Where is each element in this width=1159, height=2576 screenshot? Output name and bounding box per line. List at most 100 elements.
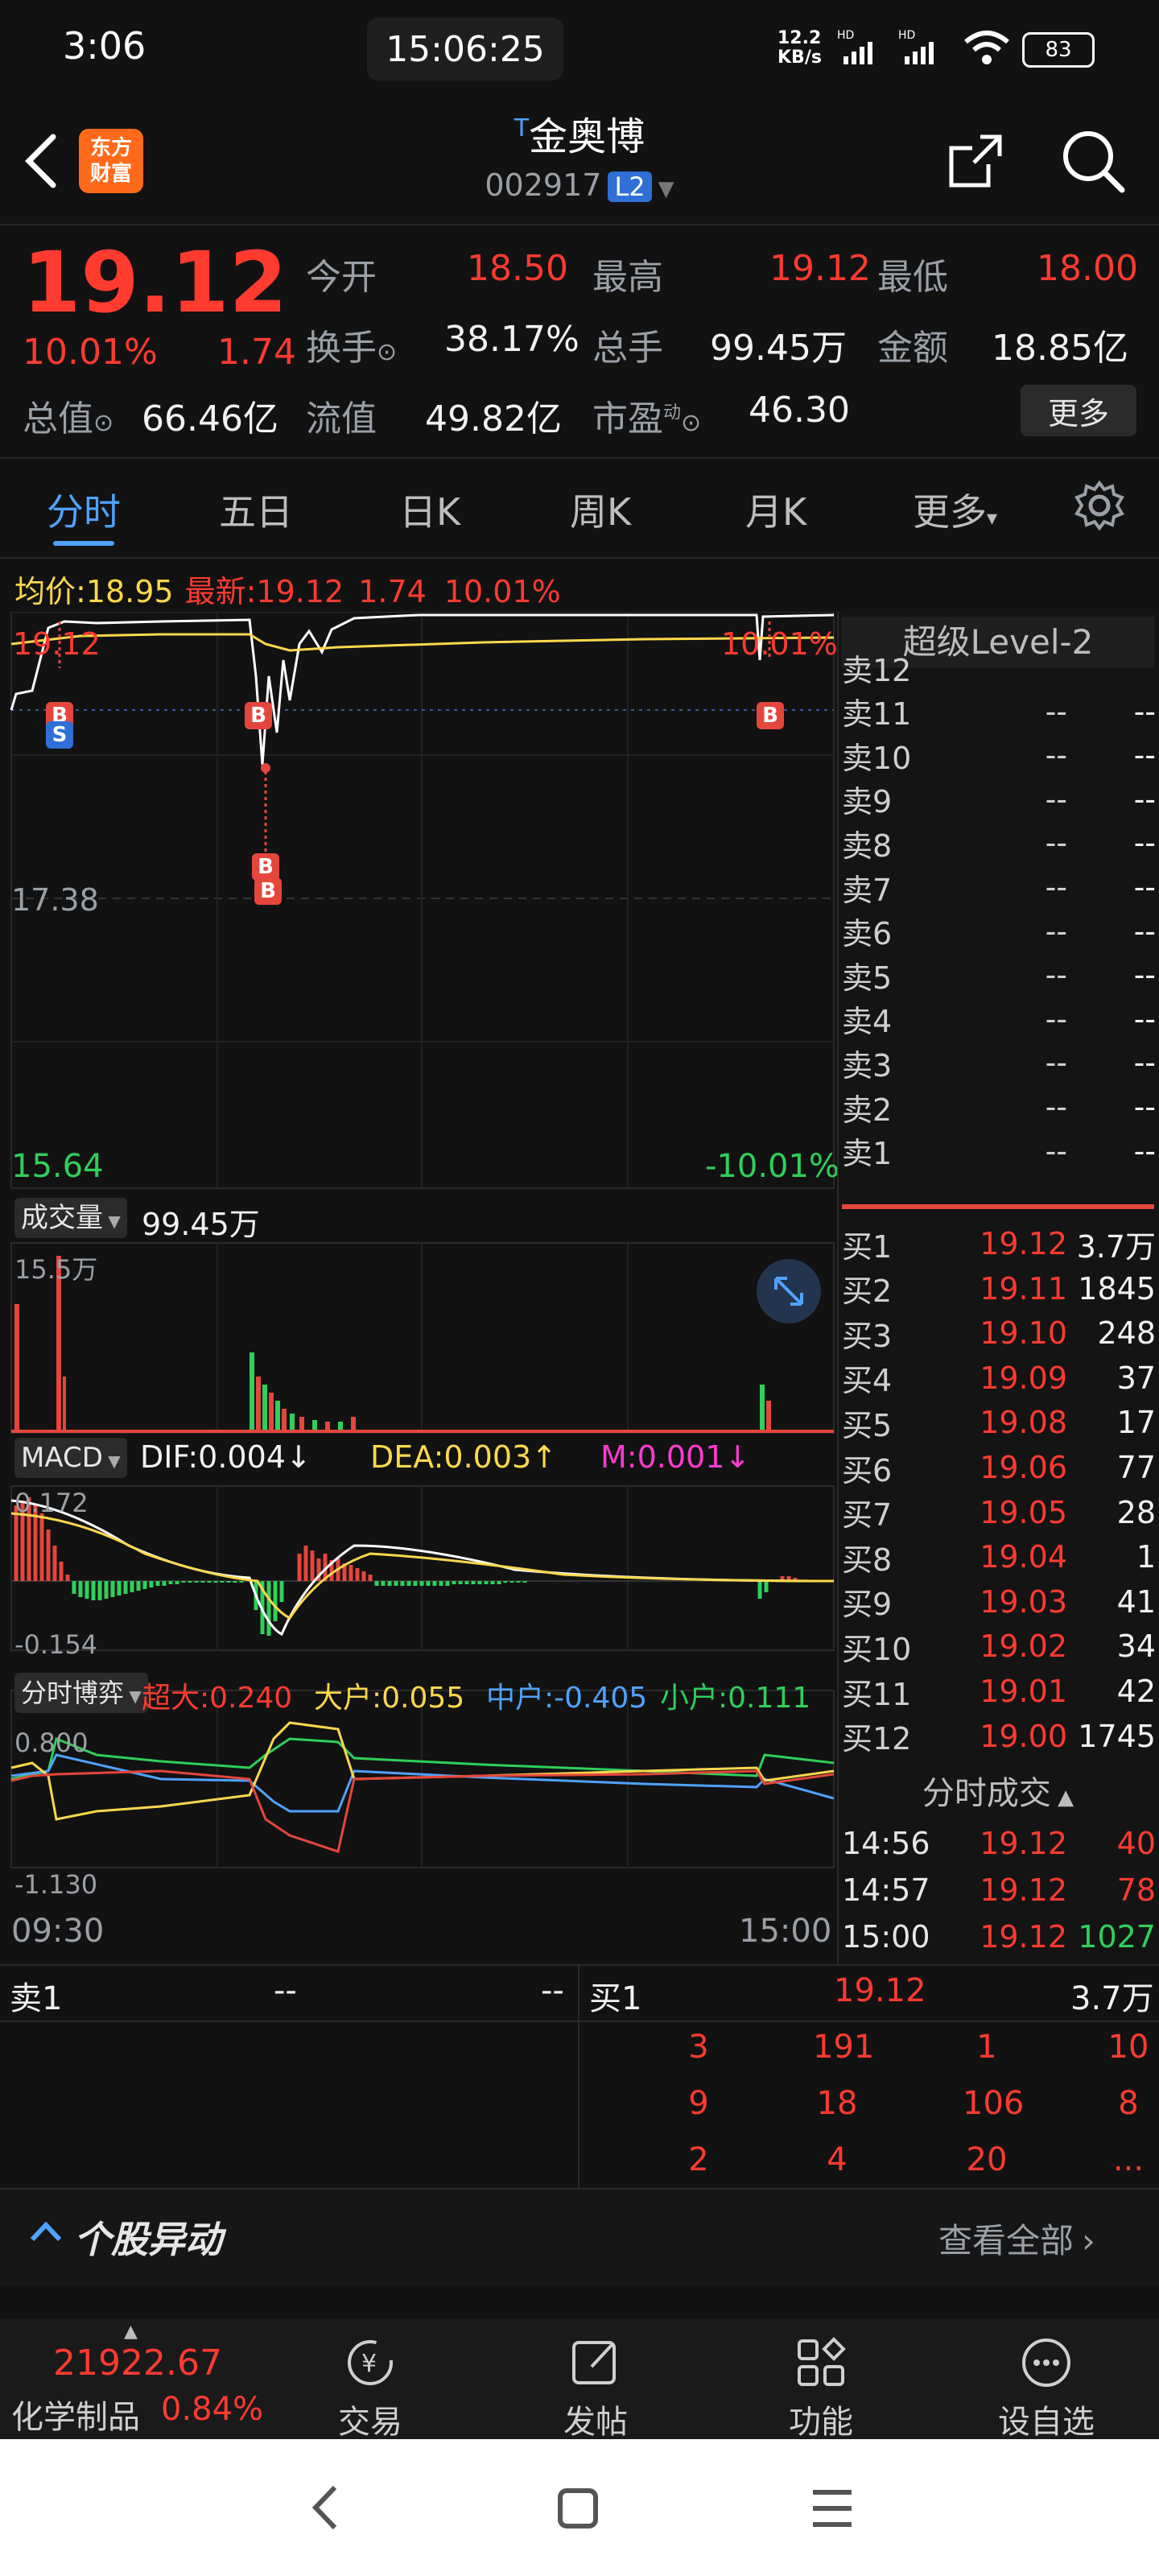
- sell-row[interactable]: 卖9 -- --: [842, 778, 1156, 821]
- price-axis-top: 19.12: [13, 626, 101, 662]
- buy-qty: 1745: [1078, 1718, 1156, 1754]
- sell-label: 卖2: [842, 1092, 893, 1128]
- intraday-chart[interactable]: [0, 611, 837, 1964]
- volume-indicator-select[interactable]: 成交量 ▼: [14, 1198, 127, 1238]
- buy-row[interactable]: 买3 19.10 248: [842, 1311, 1156, 1355]
- tick-time: 14:56: [842, 1826, 930, 1861]
- flow-mid: 中户:-0.405: [486, 1682, 648, 1715]
- system-menu-icon[interactable]: [808, 2486, 856, 2534]
- system-back-icon[interactable]: [303, 2479, 351, 2539]
- buy-qty: 41: [1116, 1583, 1156, 1620]
- buy-qty: 1845: [1078, 1270, 1156, 1307]
- buy-row[interactable]: 买7 19.05 28: [842, 1491, 1156, 1534]
- buy-label: 买3: [842, 1318, 893, 1354]
- macd-axis-top: 0.172: [14, 1488, 89, 1518]
- expand-icon[interactable]: [757, 1259, 821, 1323]
- buy-marker[interactable]: B: [252, 853, 279, 881]
- volume-label: 总手: [592, 328, 663, 369]
- sell-price: --: [1045, 1001, 1067, 1037]
- sell-row[interactable]: 卖4 -- --: [842, 997, 1156, 1041]
- buy-row[interactable]: 买12 19.00 1745: [842, 1715, 1156, 1758]
- settings-gear-icon[interactable]: [1074, 480, 1125, 535]
- buy-marker[interactable]: B: [254, 877, 282, 905]
- buy-label: 买12: [842, 1721, 912, 1757]
- sell-row[interactable]: 卖1 -- --: [842, 1129, 1156, 1173]
- buy-price: 19.12: [980, 1226, 1067, 1261]
- current-price: 19.12: [23, 233, 287, 332]
- buy-marker[interactable]: B: [245, 702, 272, 729]
- sell-row[interactable]: 卖7 -- --: [842, 865, 1156, 909]
- time-axis-end: 15:00: [739, 1913, 832, 1950]
- turnover-label: 换手⊙: [306, 328, 398, 369]
- buy-row[interactable]: 买9 19.03 41: [842, 1580, 1156, 1624]
- queue-cell: ...: [1112, 2141, 1145, 2178]
- chevron-up-icon[interactable]: [27, 2215, 64, 2251]
- nav-functions[interactable]: 功能: [740, 2318, 901, 2441]
- change-value: 1.74: [217, 332, 296, 373]
- buy-row[interactable]: 买11 19.01 42: [842, 1670, 1156, 1713]
- battery-icon: 83: [1022, 32, 1095, 68]
- sell-qty: --: [1133, 825, 1156, 861]
- index-value: 21922.67: [53, 2343, 222, 2384]
- nav-post[interactable]: 发帖: [515, 2318, 676, 2441]
- tab-indicator: [53, 541, 114, 546]
- buy-marker[interactable]: B: [757, 702, 784, 729]
- buy-row[interactable]: 买2 19.11 1845: [842, 1267, 1156, 1311]
- flow-super: 超大:0.240: [142, 1682, 293, 1715]
- stock-movement-title: 个股异动: [74, 2218, 222, 2261]
- buy-row[interactable]: 买8 19.04 1: [842, 1535, 1156, 1579]
- macd-indicator-select[interactable]: MACD ▼: [14, 1438, 127, 1478]
- sell-row[interactable]: 卖5 -- --: [842, 953, 1156, 997]
- buy-label: 买7: [842, 1497, 893, 1534]
- sell-row[interactable]: 卖6 -- --: [842, 910, 1156, 953]
- tick-price: 19.12: [980, 1919, 1067, 1955]
- sell-row[interactable]: 卖12: [842, 646, 1156, 689]
- float-label: 流值: [306, 398, 377, 440]
- tab-intraday[interactable]: 分时: [47, 483, 121, 536]
- flow-indicator-select[interactable]: 分时博弈 ▼: [14, 1673, 148, 1713]
- tab-monthly-k[interactable]: 月K: [745, 483, 806, 536]
- pe-label: 市盈动⊙: [592, 398, 702, 440]
- sell-price: --: [1045, 869, 1067, 905]
- turnover-value: 38.17%: [444, 319, 580, 360]
- sell-row[interactable]: 卖11 -- --: [842, 690, 1156, 733]
- signal-icon: HD: [837, 27, 895, 71]
- buy-row[interactable]: 买6 19.06 77: [842, 1446, 1156, 1489]
- tab-daily-k[interactable]: 日K: [399, 483, 460, 536]
- flow-small: 小户:0.111: [660, 1682, 811, 1715]
- price-axis-low: 15.64: [11, 1148, 104, 1185]
- more-button[interactable]: 更多: [1021, 385, 1136, 436]
- sell-qty: --: [1133, 1089, 1156, 1125]
- ticks-title[interactable]: 分时成交 ▲: [842, 1769, 1154, 1818]
- buy-price: 19.10: [980, 1315, 1067, 1352]
- low-value: 18.00: [1037, 248, 1138, 289]
- buy-row[interactable]: 买1 19.12 3.7万: [842, 1222, 1156, 1265]
- sell-row[interactable]: 卖10 -- --: [842, 733, 1156, 777]
- sell-row[interactable]: 卖3 -- --: [842, 1041, 1156, 1084]
- nav-add-watchlist[interactable]: 设自选: [966, 2318, 1127, 2441]
- search-icon[interactable]: [1058, 126, 1130, 201]
- sell-marker[interactable]: S: [46, 721, 73, 749]
- tab-weekly-k[interactable]: 周K: [570, 483, 631, 536]
- tick-row: 14:57 19.12 78: [842, 1868, 1156, 1913]
- buy-label: 买2: [842, 1274, 893, 1310]
- macd-axis-bottom: -0.154: [14, 1629, 98, 1660]
- buy-label: 买11: [842, 1676, 912, 1712]
- sell-row[interactable]: 卖2 -- --: [842, 1085, 1156, 1129]
- system-home-icon[interactable]: [555, 2486, 600, 2534]
- signal-hd-label: HD: [837, 29, 854, 42]
- nav-trade[interactable]: ¥ 交易: [290, 2318, 451, 2441]
- tab-more[interactable]: 更多▾: [913, 483, 997, 536]
- volume-value: 99.45万: [710, 328, 847, 369]
- queue-cell: 3: [688, 2029, 709, 2066]
- buy-row[interactable]: 买5 19.08 17: [842, 1401, 1156, 1444]
- index-ticker[interactable]: ▲ 21922.67 化学制品 0.84%: [0, 2318, 266, 2439]
- share-icon[interactable]: [943, 129, 1008, 196]
- buy-row[interactable]: 买4 19.09 37: [842, 1356, 1156, 1400]
- open-value: 18.50: [467, 248, 568, 289]
- tick-price: 19.12: [980, 1826, 1067, 1861]
- view-all-link[interactable]: 查看全部 ›: [938, 2214, 1095, 2263]
- buy-row[interactable]: 买10 19.02 34: [842, 1624, 1156, 1668]
- tab-five-day[interactable]: 五日: [219, 483, 293, 536]
- sell-row[interactable]: 卖8 -- --: [842, 821, 1156, 865]
